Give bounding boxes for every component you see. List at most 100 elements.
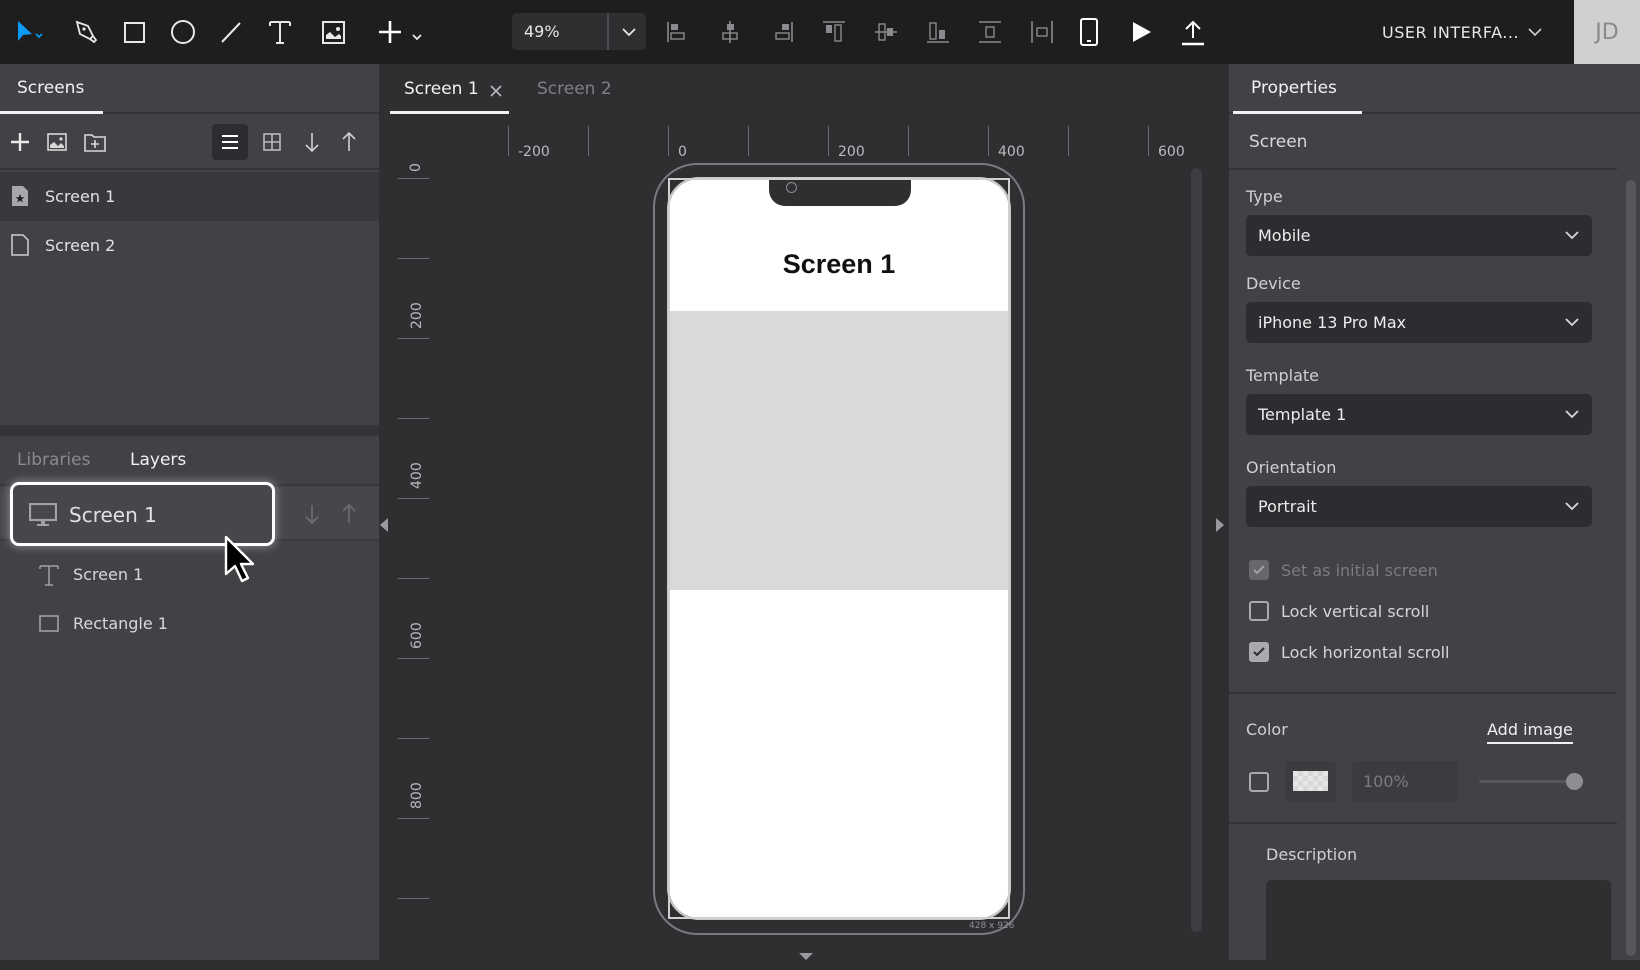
arrow-down-icon [305,133,319,153]
camera-icon [786,182,797,193]
ruler-tick [398,818,429,819]
device-value: iPhone 13 Pro Max [1258,313,1407,332]
align-right-button[interactable] [762,12,802,52]
canvas-area[interactable]: Screen 1 Screen 2 -200 0 200 400 600 0 2… [379,64,1229,960]
lock-vertical-scroll-checkbox[interactable]: Lock vertical scroll [1249,599,1429,623]
grid-view-button[interactable] [256,126,288,158]
opacity-slider-track[interactable] [1479,780,1574,783]
align-top-button[interactable] [814,12,854,52]
distribute-horizontal-button[interactable] [1022,12,1062,52]
device-select[interactable]: iPhone 13 Pro Max [1246,302,1592,343]
checkbox[interactable] [1249,560,1269,580]
zoom-value[interactable]: 49% [524,22,560,41]
layer-item[interactable]: Rectangle 1 [0,600,379,648]
add-image-link[interactable]: Add image [1487,720,1573,744]
tab-screen-1[interactable]: Screen 1 [404,79,479,99]
add-screen-from-image-button[interactable] [41,126,73,158]
project-dropdown[interactable]: USER INTERFA... [1382,20,1543,44]
collapse-left-panel-icon[interactable] [379,517,389,533]
arrow-up-icon[interactable] [340,503,358,525]
image-icon [322,21,345,44]
color-enable-checkbox[interactable] [1249,772,1269,792]
artboard-size-label: 428 x 926 [969,921,1015,931]
opacity-slider-thumb[interactable] [1566,773,1583,790]
pen-tool-button[interactable] [66,12,106,52]
device-notch [769,179,911,206]
distribute-vertical-button[interactable] [970,12,1010,52]
screen-title-text[interactable]: Screen 1 [669,249,1009,280]
align-left-button[interactable] [658,12,698,52]
ellipse-tool-button[interactable] [163,12,203,52]
opacity-input[interactable]: 100% [1352,761,1458,802]
lock-horizontal-scroll-checkbox[interactable]: Lock horizontal scroll [1249,640,1450,664]
export-button[interactable] [1173,12,1213,52]
move-up-button[interactable] [333,126,365,158]
collapse-bottom-icon[interactable] [798,952,814,960]
select-tool-button[interactable] [10,12,50,52]
checkbox[interactable] [1249,601,1269,621]
pointer-icon [18,21,43,41]
device-label: Device [1246,274,1301,293]
description-textarea[interactable] [1266,880,1611,970]
mouse-cursor-icon [224,535,255,583]
tab-screen-2[interactable]: Screen 2 [537,79,612,99]
screen-list-item[interactable]: Screen 2 [0,221,379,270]
add-folder-button[interactable] [79,126,111,158]
tab-underline [1233,111,1362,114]
image-tool-button[interactable] [313,12,353,52]
canvas-vertical-scrollbar[interactable] [1191,168,1202,932]
arrow-down-icon[interactable] [303,503,321,525]
ruler-tick [668,126,669,156]
align-center-vertical-button[interactable] [866,12,906,52]
check-icon [1253,565,1265,575]
type-select[interactable]: Mobile [1246,215,1592,256]
chevron-down-icon [1565,410,1579,419]
ruler-label: 800 [409,782,425,809]
rectangle-tool-button[interactable] [114,12,154,52]
screen-list-item[interactable]: Screen 1 [0,172,379,221]
color-swatch-button[interactable] [1285,761,1336,802]
ruler-tick [1148,126,1149,156]
zoom-separator [607,13,609,50]
collapse-right-panel-icon[interactable] [1215,517,1225,533]
template-select[interactable]: Template 1 [1246,394,1592,435]
ruler-tick [1068,126,1069,156]
device-preview-button[interactable] [1069,12,1109,52]
move-down-button[interactable] [296,126,328,158]
user-avatar[interactable]: JD [1574,0,1640,64]
properties-scrollbar[interactable] [1626,180,1636,956]
tab-libraries[interactable]: Libraries [17,450,90,470]
screen-artboard[interactable]: Screen 1 [667,177,1011,920]
rectangle-1[interactable] [669,311,1009,590]
chevron-down-icon [1565,231,1579,240]
zoom-control[interactable]: 49% [512,13,646,50]
screen-name: Screen 2 [45,236,116,255]
starred-page-icon [12,186,28,206]
screen-name: Screen 1 [45,187,116,206]
ruler-tick [588,126,589,156]
type-value: Mobile [1258,226,1311,245]
play-button[interactable] [1121,12,1161,52]
tab-screens[interactable]: Screens [17,78,84,98]
add-screen-button[interactable] [4,126,36,158]
divider [1229,692,1617,694]
close-icon[interactable] [489,84,503,98]
line-tool-button[interactable] [211,12,251,52]
checkbox[interactable] [1249,642,1269,662]
zoom-dropdown-button[interactable] [611,13,646,50]
text-tool-button[interactable] [260,12,300,52]
align-bottom-button[interactable] [918,12,958,52]
add-menu-button[interactable] [374,12,434,52]
orientation-select[interactable]: Portrait [1246,486,1592,527]
tab-properties[interactable]: Properties [1251,78,1337,98]
checkbox-label: Lock horizontal scroll [1281,642,1450,662]
ruler-tick [748,126,749,156]
type-label: Type [1246,187,1283,206]
layer-name: Screen 1 [73,565,144,584]
initial-screen-checkbox[interactable]: Set as initial screen [1249,558,1438,582]
tab-layers[interactable]: Layers [130,450,186,470]
layer-item[interactable]: Screen 1 [0,551,379,599]
panel-resize-divider[interactable] [0,425,379,436]
list-view-button[interactable] [212,124,248,160]
align-center-horizontal-button[interactable] [710,12,750,52]
